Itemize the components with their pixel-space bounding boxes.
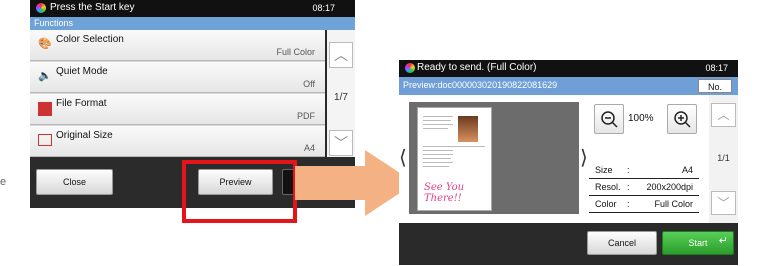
- info-value: Full Color: [654, 199, 693, 209]
- cancel-button[interactable]: Cancel: [587, 231, 657, 255]
- enter-icon: ↵: [718, 235, 728, 247]
- preview-filename: Preview:doc00000302019082208162​9: [403, 80, 558, 90]
- status-text: Press the Start key: [50, 2, 135, 13]
- function-list: 🎨 Color Selection Full Color 🔈 Quiet Mod…: [30, 30, 325, 157]
- preview-body: ⟨ See You There!! ⟩ 100% Size: A4 Resol…: [399, 95, 738, 223]
- status-bar: Ready to send. (Full Color) 08:17: [399, 60, 738, 77]
- close-button[interactable]: Close: [36, 169, 113, 195]
- info-row-resolution: Resol. : 200x200dpi: [589, 179, 699, 196]
- chevron-right-icon[interactable]: ⟩: [580, 145, 588, 170]
- arrow-icon: [295, 150, 415, 216]
- function-item-quiet-mode[interactable]: 🔈 Quiet Mode Off: [30, 62, 325, 93]
- section-label: Functions: [34, 18, 74, 28]
- function-item-color-selection[interactable]: 🎨 Color Selection Full Color: [30, 30, 325, 61]
- info-key: Size: [595, 165, 613, 175]
- zoom-in-button[interactable]: [667, 104, 697, 134]
- info-key: Resol.: [595, 182, 621, 192]
- start-button[interactable]: Start ↵: [662, 231, 734, 255]
- bottom-bar: Cancel Start ↵: [399, 223, 738, 265]
- function-value: Full Color: [276, 47, 315, 57]
- start-label: Start: [688, 238, 708, 248]
- zoom-out-button[interactable]: [594, 104, 624, 134]
- function-label: Color Selection: [56, 34, 124, 45]
- color-palette-icon: 🎨: [38, 38, 52, 50]
- preview-highlight-box: [182, 160, 297, 223]
- document-size-icon: [38, 134, 52, 146]
- preview-frame: See You There!!: [409, 102, 579, 214]
- clock: 08:17: [312, 3, 335, 13]
- section-bar: Functions: [30, 17, 355, 30]
- info-row-color: Color : Full Color: [589, 196, 699, 213]
- function-item-original-size[interactable]: Original Size A4: [30, 126, 325, 157]
- scroll-up-button[interactable]: ︿: [329, 42, 353, 68]
- no-button[interactable]: No.: [698, 79, 732, 93]
- info-row-size: Size : A4: [589, 162, 699, 179]
- status-text: Ready to send. (Full Color): [417, 62, 537, 73]
- function-label: Original Size: [56, 130, 113, 141]
- zoom-in-icon: [674, 111, 691, 128]
- info-value: A4: [681, 165, 693, 175]
- pdf-file-icon: [38, 102, 52, 116]
- info-value: 200x200dpi: [646, 182, 693, 192]
- function-value: PDF: [297, 111, 315, 121]
- zoom-level: 100%: [628, 113, 654, 124]
- stray-label: e: [0, 176, 7, 188]
- info-key: Color: [595, 199, 617, 209]
- function-item-file-format[interactable]: File Format PDF: [30, 94, 325, 125]
- list-scrollbar: ︿ 1/7 ﹀: [327, 30, 355, 157]
- status-icon: [405, 63, 415, 73]
- page-indicator: 1/1: [717, 153, 730, 163]
- function-value: Off: [303, 79, 315, 89]
- function-label: Quiet Mode: [56, 66, 108, 77]
- photo-thumbnail: [458, 116, 478, 142]
- chevron-left-icon[interactable]: ⟨: [399, 145, 407, 170]
- thumbnail-caption: See You There!!: [424, 182, 465, 204]
- zoom-out-icon: [601, 111, 618, 128]
- status-icon: [36, 3, 46, 13]
- function-label: File Format: [56, 98, 107, 109]
- preview-bar: Preview:doc00000302019082208162​9 No.: [399, 77, 738, 95]
- status-bar: Press the Start key 08:17: [30, 0, 355, 17]
- scroll-down-button[interactable]: ﹀: [711, 191, 736, 215]
- preview-panel: Ready to send. (Full Color) 08:17 Previe…: [399, 60, 738, 265]
- scroll-up-button[interactable]: ︿: [711, 103, 736, 127]
- speaker-icon: 🔈: [38, 70, 52, 82]
- page-thumbnail: See You There!!: [417, 107, 492, 211]
- page-indicator: 1/7: [334, 92, 348, 103]
- preview-scrollbar: ︿ 1/1 ﹀: [709, 95, 738, 223]
- clock: 08:17: [705, 63, 728, 73]
